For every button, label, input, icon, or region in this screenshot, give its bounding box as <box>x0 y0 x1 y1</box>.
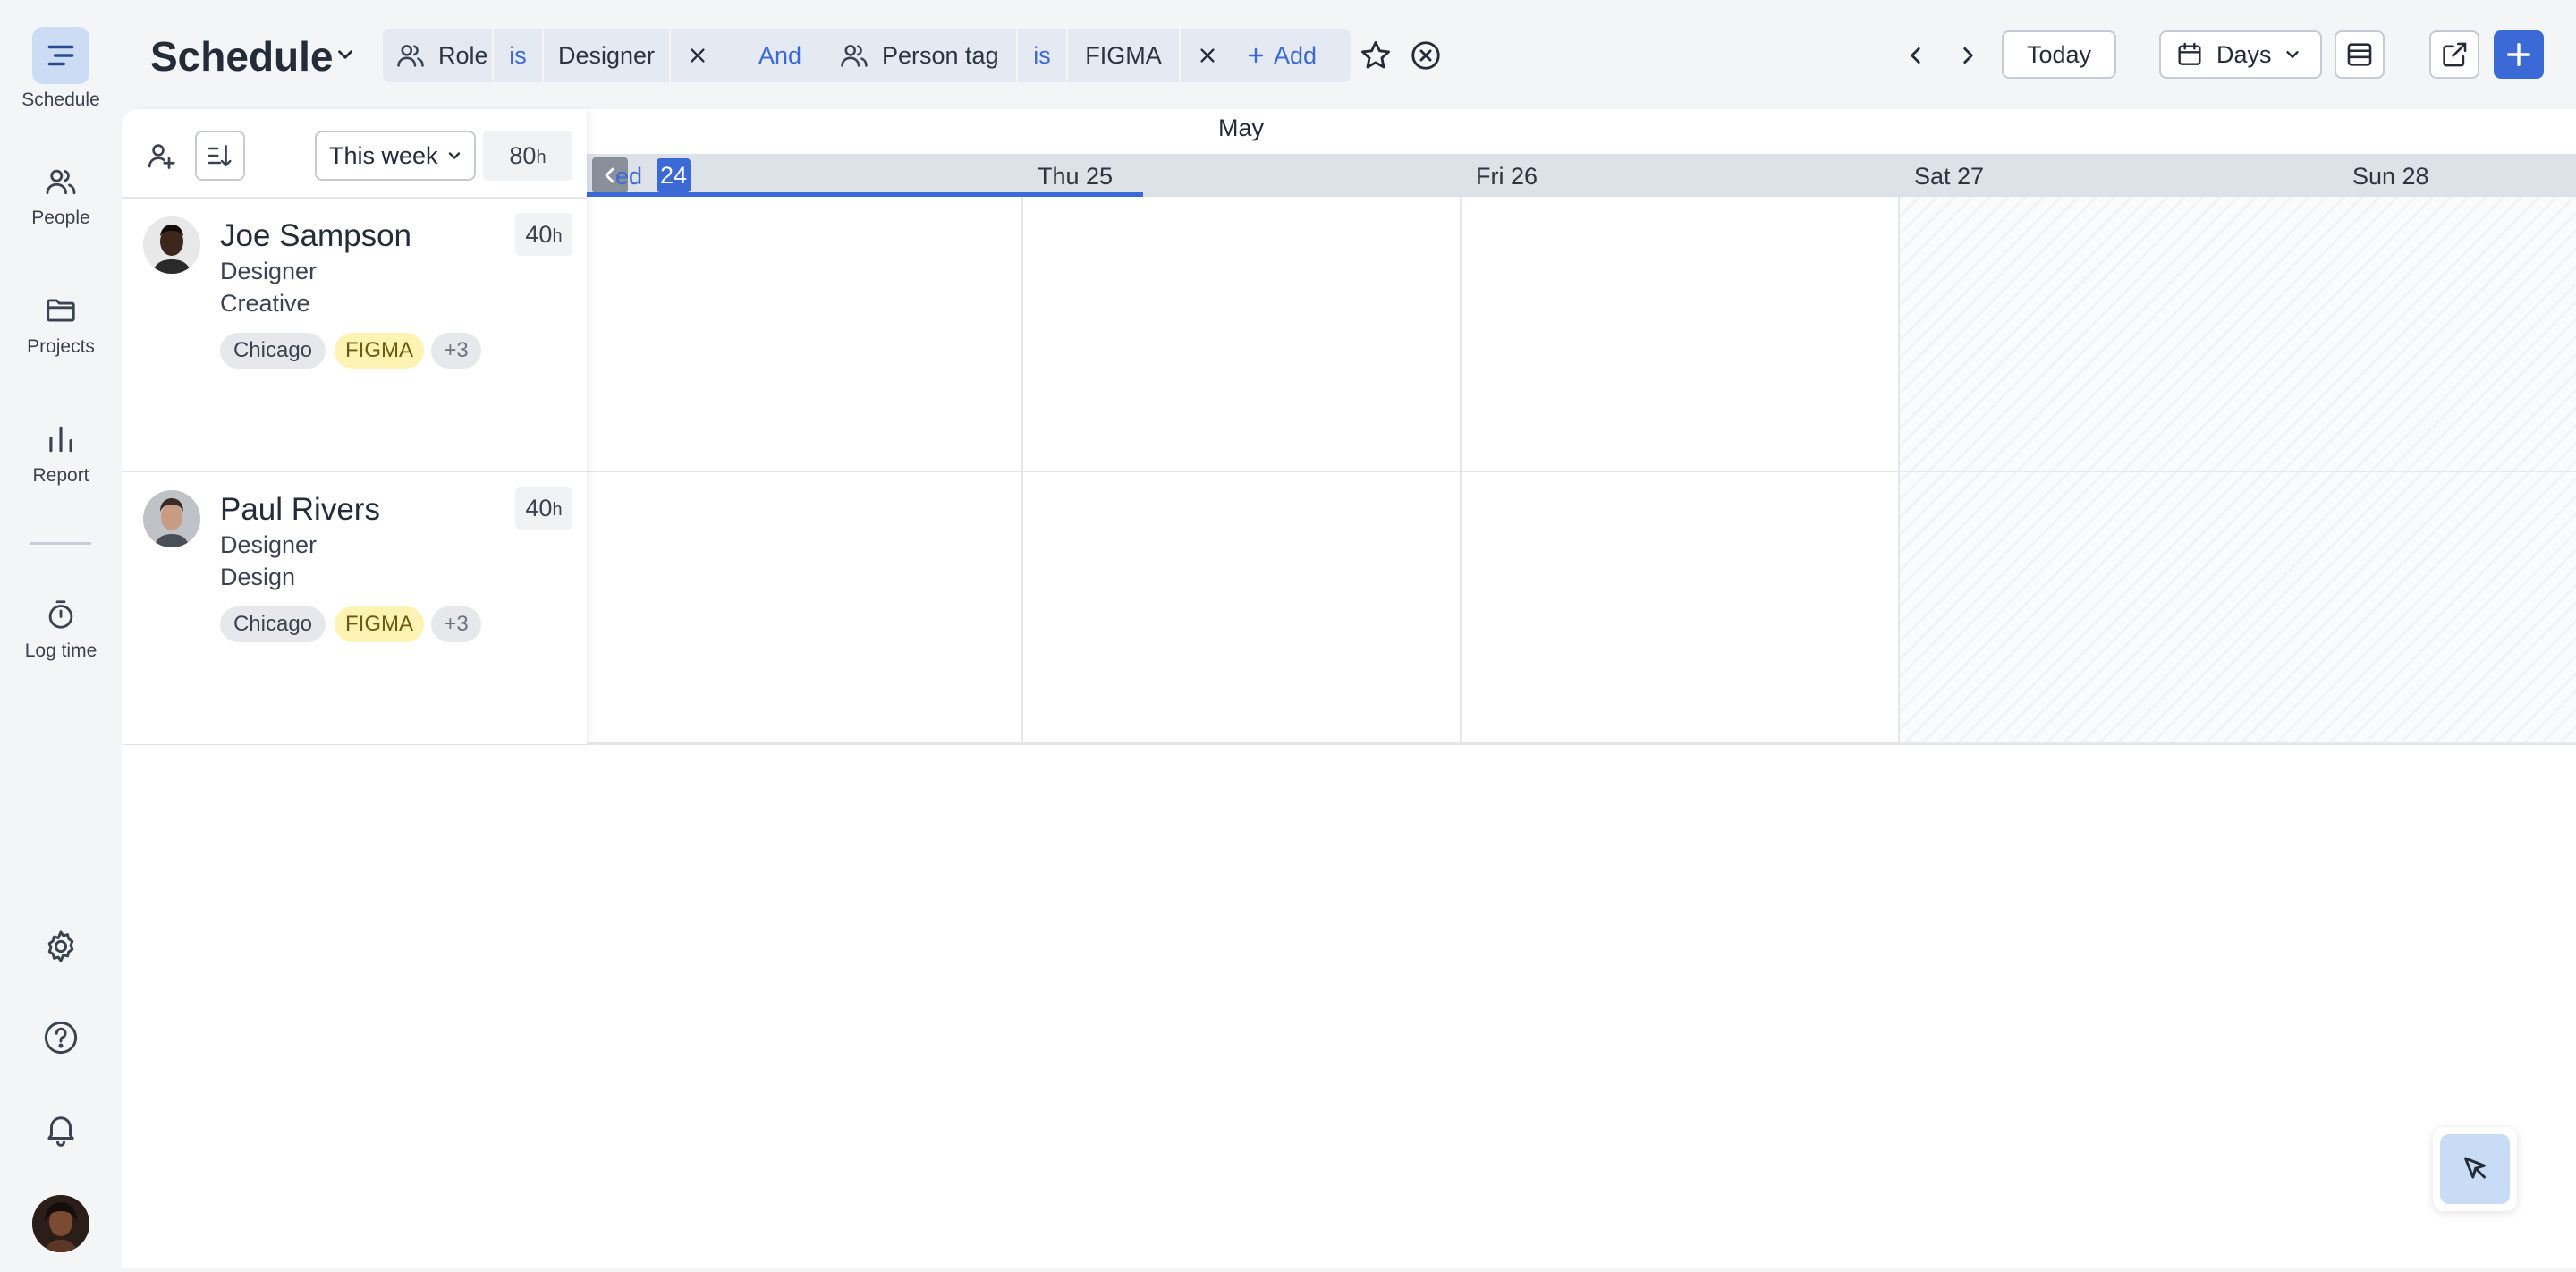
bar-chart-icon <box>44 422 78 456</box>
top-bar: Schedule Role is Designer And Person tag… <box>122 0 2576 109</box>
rail-label-log-time: Log time <box>24 640 97 661</box>
rail-label-report: Report <box>32 465 89 486</box>
sort-button[interactable] <box>195 131 245 181</box>
people-filter-icon <box>826 40 882 71</box>
day-label-thu: Thu 25 <box>1038 163 1114 190</box>
person-name[interactable]: Paul Rivers <box>220 492 380 528</box>
day-label-fri: Fri 26 <box>1476 163 1538 190</box>
close-icon[interactable] <box>1181 46 1234 65</box>
chevron-left-icon[interactable] <box>1896 36 1936 75</box>
month-label: May <box>1218 114 1265 141</box>
range-select[interactable]: This week <box>315 131 476 181</box>
close-icon[interactable] <box>671 46 724 65</box>
plus-icon <box>1248 47 1264 64</box>
sort-icon <box>208 145 232 166</box>
person-name[interactable]: Joe Sampson <box>220 218 411 254</box>
rail-label-projects: Projects <box>27 336 95 357</box>
rail-item-projects[interactable]: Projects <box>0 293 122 358</box>
person-row[interactable]: Joe Sampson Designer Creative 40 h Chicag… <box>122 199 587 472</box>
rail-label-people: People <box>31 208 90 228</box>
share-button[interactable] <box>2429 30 2479 79</box>
day-label-sat: Sat 27 <box>1914 163 1985 190</box>
left-rail: Schedule People Projects Report Log time <box>0 0 122 1272</box>
tag-chip[interactable]: FIGMA <box>335 333 424 369</box>
layout-toggle-button[interactable] <box>2334 30 2385 79</box>
rail-item-schedule[interactable]: Schedule <box>0 27 122 111</box>
today-date-badge: 24 <box>657 158 691 192</box>
calendar-icon <box>2178 42 2201 65</box>
more-tags-badge[interactable]: +3 <box>431 606 481 642</box>
person-department: Creative <box>220 290 310 317</box>
clear-filters-icon[interactable] <box>1406 36 1445 75</box>
filter-field[interactable]: Person tag <box>882 42 1016 70</box>
person-department: Design <box>220 564 296 590</box>
person-role: Designer <box>220 531 318 558</box>
schedule-row[interactable] <box>587 472 2576 744</box>
gear-icon[interactable] <box>41 927 80 966</box>
filter-field[interactable]: Role <box>438 42 492 70</box>
filter-operator[interactable]: is <box>494 42 542 70</box>
people-filter-icon <box>383 40 438 71</box>
today-button[interactable]: Today <box>2002 30 2116 79</box>
page-title[interactable]: Schedule <box>150 32 334 81</box>
user-avatar[interactable] <box>32 1195 89 1252</box>
people-icon <box>44 165 78 199</box>
chevron-down-icon <box>2285 51 2299 58</box>
help-icon[interactable] <box>41 1018 80 1057</box>
bell-icon[interactable] <box>41 1109 80 1149</box>
plus-icon <box>2506 42 2531 67</box>
rows-icon <box>2347 43 2372 66</box>
avatar <box>143 490 200 547</box>
people-panel: This week 80 h Joe Sampson Designer Creat… <box>122 109 587 744</box>
rail-label-schedule: Schedule <box>21 89 100 110</box>
avatar <box>143 216 200 274</box>
timer-icon <box>44 598 78 632</box>
person-role: Designer <box>220 258 318 284</box>
app-root: Schedule People Projects Report Log time… <box>0 0 2576 1272</box>
chevron-down-icon[interactable] <box>334 43 357 71</box>
pointer-tool-button[interactable] <box>2433 1127 2517 1211</box>
tag-chip[interactable]: Chicago <box>220 333 326 369</box>
day-label-sun: Sun 28 <box>2352 163 2429 190</box>
filter-operator[interactable]: is <box>1018 42 1066 70</box>
add-filter-button[interactable]: Add <box>1245 29 1343 82</box>
more-tags-badge[interactable]: +3 <box>431 333 481 369</box>
schedule-main: May ed 24 Thu 25 Fri 26 Sat 27 Sun 28 Th… <box>122 109 2576 1268</box>
person-hours: 40 h <box>515 213 572 256</box>
star-icon[interactable] <box>1356 36 1395 75</box>
rail-item-people[interactable]: People <box>0 165 122 229</box>
add-person-icon[interactable] <box>141 136 181 175</box>
person-row[interactable]: Paul Rivers Designer Design 40 h Chicago … <box>122 472 587 744</box>
external-link-icon <box>2443 42 2467 67</box>
chevron-down-icon <box>448 152 460 159</box>
tag-chip[interactable]: Chicago <box>220 606 326 642</box>
rail-divider <box>30 542 91 545</box>
filter-value[interactable]: Designer <box>544 42 669 70</box>
day-label-wed: ed <box>615 163 643 190</box>
schedule-row[interactable] <box>587 197 2576 472</box>
rail-item-report[interactable]: Report <box>0 422 122 487</box>
view-select[interactable]: Days <box>2159 30 2322 79</box>
folder-icon <box>44 293 78 327</box>
person-hours: 40 h <box>515 487 572 530</box>
rail-item-log-time[interactable]: Log time <box>0 598 122 662</box>
schedule-icon <box>32 27 89 84</box>
filter-value[interactable]: FIGMA <box>1068 42 1179 70</box>
chevron-right-icon[interactable] <box>1948 36 1987 75</box>
filter-conjunction[interactable]: And <box>744 29 816 82</box>
cursor-icon <box>2440 1134 2510 1204</box>
tag-chip[interactable]: FIGMA <box>335 606 424 642</box>
add-button[interactable] <box>2494 30 2544 79</box>
total-hours: 80 h <box>483 131 572 181</box>
